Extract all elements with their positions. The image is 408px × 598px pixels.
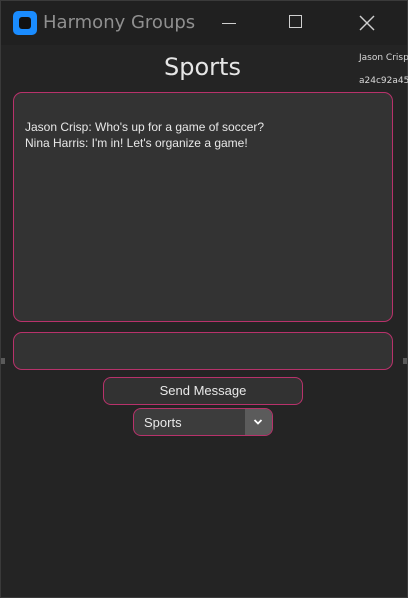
maximize-icon <box>289 15 302 28</box>
chat-message: Jason Crisp: Who's up for a game of socc… <box>25 120 265 134</box>
window-title: Harmony Groups <box>43 12 196 33</box>
dropdown-toggle[interactable] <box>245 409 272 435</box>
group-select-value: Sports <box>144 415 182 430</box>
message-input[interactable] <box>13 332 393 370</box>
minimize-button[interactable] <box>199 1 259 45</box>
group-title: Sports <box>164 53 241 81</box>
app-logo-icon <box>13 11 37 35</box>
minimize-icon <box>222 23 236 24</box>
title-bar[interactable]: Harmony Groups <box>1 1 407 45</box>
chat-message: Nina Harris: I'm in! Let's organize a ga… <box>25 136 248 150</box>
app-window: Harmony Groups Sports Jason Crisp a24c92… <box>0 0 408 598</box>
chevron-down-icon <box>253 419 263 425</box>
current-user-id: a24c92a45 <box>359 76 408 86</box>
close-button[interactable] <box>337 1 397 45</box>
left-edge-handle <box>1 358 5 364</box>
close-icon <box>359 15 375 31</box>
right-edge-handle <box>403 358 407 364</box>
current-user-name: Jason Crisp <box>359 53 408 63</box>
chat-history[interactable]: Jason Crisp: Who's up for a game of socc… <box>13 92 393 322</box>
send-message-button[interactable]: Send Message <box>103 377 303 405</box>
maximize-button[interactable] <box>267 1 327 45</box>
group-select-dropdown[interactable]: Sports <box>133 408 273 436</box>
